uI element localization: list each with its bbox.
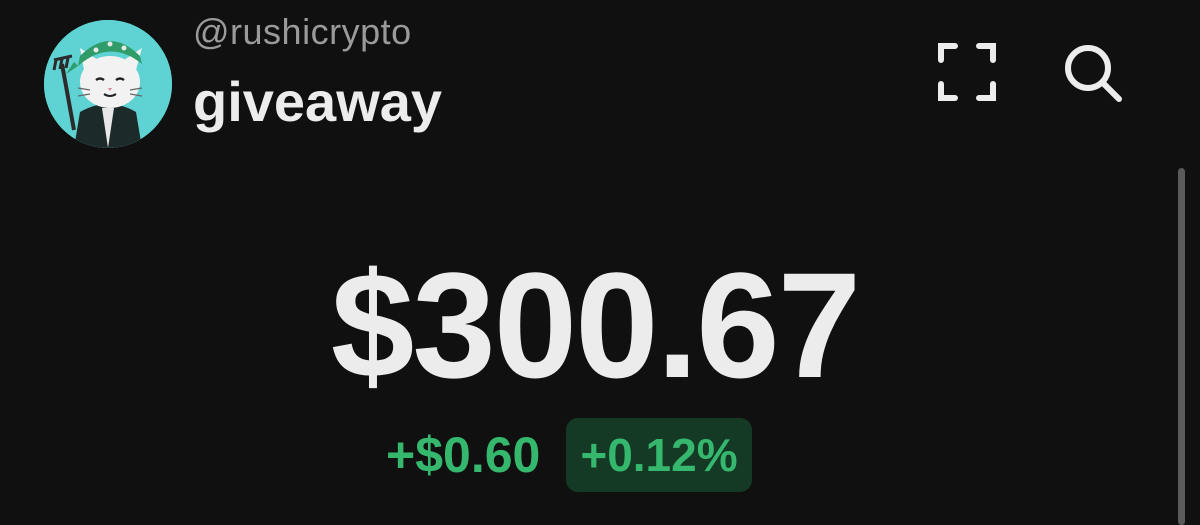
search-button[interactable] — [1060, 40, 1124, 104]
account-block[interactable]: @rushicrypto giveaway — [193, 10, 442, 132]
header: @rushicrypto giveaway — [0, 0, 1200, 160]
expand-icon — [938, 43, 996, 101]
expand-button[interactable] — [935, 40, 999, 104]
balance-amount: $300.67 — [330, 241, 861, 409]
balance-change-row: +$0.60 +0.12% — [386, 418, 752, 492]
search-icon — [1065, 45, 1122, 102]
avatar[interactable] — [44, 20, 172, 148]
change-amount: +$0.60 — [386, 427, 541, 483]
account-name: giveaway — [193, 70, 443, 133]
account-handle: @rushicrypto — [193, 11, 412, 52]
change-percent-badge: +0.12% — [566, 418, 752, 492]
cat-avatar-icon — [44, 20, 172, 148]
